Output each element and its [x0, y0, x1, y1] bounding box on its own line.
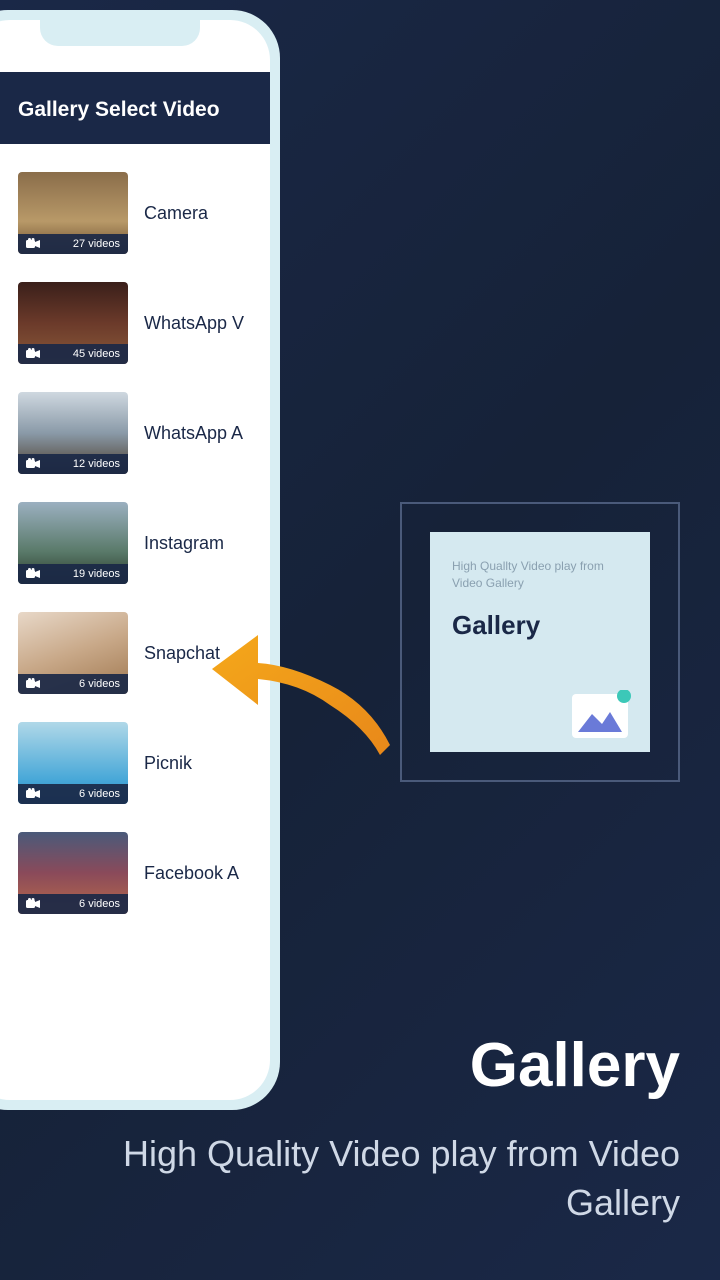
folder-count-overlay: 6 videos: [18, 674, 128, 694]
folder-label: Instagram: [144, 533, 224, 554]
folder-count-overlay: 27 videos: [18, 234, 128, 254]
hero-title: Gallery: [470, 1030, 680, 1101]
folder-thumbnail: 6 videos: [18, 612, 128, 694]
folder-thumbnail: 45 videos: [18, 282, 128, 364]
folder-thumbnail: 27 videos: [18, 172, 128, 254]
video-camera-icon: [26, 348, 40, 360]
folder-label: Snapchat: [144, 643, 220, 664]
folder-count-overlay: 45 videos: [18, 344, 128, 364]
feature-card-frame: High Quallty Video play from Video Galle…: [400, 502, 680, 782]
app-header: Gallery Select Video: [0, 72, 270, 144]
folder-list: 27 videos Camera 45 videos WhatsApp V 12 vid…: [0, 144, 270, 914]
folder-label: WhatsApp A: [144, 423, 243, 444]
phone-notch: [40, 20, 200, 46]
picture-icon: [572, 690, 634, 738]
folder-count: 6 videos: [79, 788, 120, 800]
video-camera-icon: [26, 238, 40, 250]
video-camera-icon: [26, 458, 40, 470]
folder-item[interactable]: 19 videos Instagram: [18, 502, 270, 584]
card-title: Gallery: [452, 610, 628, 641]
phone-screen: Gallery Select Video 27 videos Camera 45 v…: [0, 20, 270, 1100]
folder-thumbnail: 6 videos: [18, 832, 128, 914]
folder-item[interactable]: 27 videos Camera: [18, 172, 270, 254]
hero-subtitle: High Quality Video play from Video Galle…: [40, 1130, 680, 1227]
folder-count: 27 videos: [73, 238, 120, 250]
folder-label: Picnik: [144, 753, 192, 774]
video-camera-icon: [26, 678, 40, 690]
folder-count: 6 videos: [79, 678, 120, 690]
folder-count: 19 videos: [73, 568, 120, 580]
card-subtitle: High Quallty Video play from Video Galle…: [452, 558, 628, 592]
folder-count: 12 videos: [73, 458, 120, 470]
video-camera-icon: [26, 788, 40, 800]
folder-label: Facebook A: [144, 863, 239, 884]
folder-count-overlay: 12 videos: [18, 454, 128, 474]
folder-count-overlay: 6 videos: [18, 784, 128, 804]
folder-thumbnail: 19 videos: [18, 502, 128, 584]
folder-thumbnail: 12 videos: [18, 392, 128, 474]
folder-item[interactable]: 6 videos Facebook A: [18, 832, 270, 914]
arrow-icon: [210, 605, 410, 785]
video-camera-icon: [26, 568, 40, 580]
app-header-title: Gallery Select Video: [18, 98, 252, 122]
feature-card: High Quallty Video play from Video Galle…: [430, 532, 650, 752]
folder-item[interactable]: 12 videos WhatsApp A: [18, 392, 270, 474]
folder-count-overlay: 6 videos: [18, 894, 128, 914]
folder-label: WhatsApp V: [144, 313, 244, 334]
folder-thumbnail: 6 videos: [18, 722, 128, 804]
phone-frame: Gallery Select Video 27 videos Camera 45 v…: [0, 10, 280, 1110]
video-camera-icon: [26, 898, 40, 910]
folder-item[interactable]: 45 videos WhatsApp V: [18, 282, 270, 364]
folder-count-overlay: 19 videos: [18, 564, 128, 584]
folder-label: Camera: [144, 203, 208, 224]
folder-count: 6 videos: [79, 898, 120, 910]
folder-count: 45 videos: [73, 348, 120, 360]
